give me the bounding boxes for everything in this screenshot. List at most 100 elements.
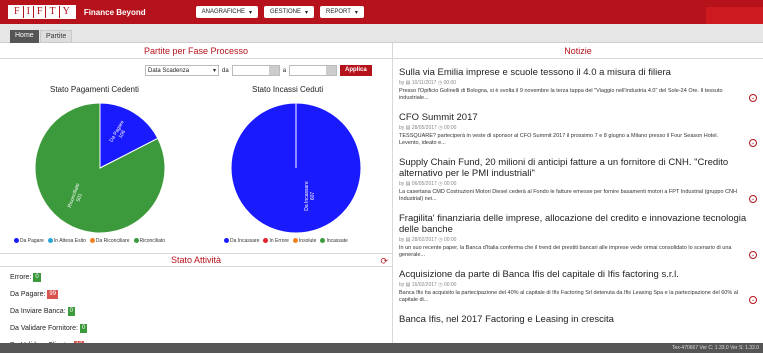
news-title[interactable]: Fragilita' finanziaria delle imprese, al… (399, 213, 759, 235)
menu-label: REPORT (326, 9, 351, 15)
legend-label: Da Pagare (20, 238, 44, 244)
news-item[interactable]: Banca Ifis, nel 2017 Factoring e Leasing… (399, 314, 759, 325)
menu-gestione[interactable]: GESTIONE ▾ (263, 6, 314, 18)
legend-dot-icon (14, 238, 19, 244)
menu-label: GESTIONE (269, 9, 301, 15)
news-meta: by ▤ 10/11/2017 ◷ 00:00 (399, 80, 457, 86)
news-item[interactable]: CFO Summit 2017 by ▤ 28/05/2017 ◷ 00:00 TE… (399, 112, 759, 147)
chevron-down-icon: ▾ (354, 9, 358, 16)
logo-letter: I (24, 6, 34, 18)
attivita-label: Da Pagare: (10, 291, 46, 298)
attivita-row[interactable]: Da Pagare: 99 (10, 286, 87, 303)
attivita-title-text: Stato Attività (170, 255, 222, 265)
legend-item[interactable]: Da Riconciliare (89, 238, 130, 244)
news-meta: by ▤ 28/02/2017 ◷ 00:00 (399, 237, 457, 243)
from-label: da (222, 67, 229, 74)
expand-icon[interactable]: ⌄ (749, 139, 757, 147)
legend-label: Riconciliato (139, 238, 166, 244)
legend-label: Insolute (298, 238, 317, 244)
user-area[interactable] (706, 7, 763, 24)
legend-item[interactable]: In Errore (263, 238, 289, 244)
section-title-notizie: Notizie (393, 43, 763, 59)
legend-item[interactable]: Da Incassare (224, 238, 259, 244)
news-summary: TESSQUARE? parteciperà in veste di spons… (399, 133, 719, 146)
legend-dot-icon (133, 238, 139, 244)
legend-item[interactable]: In Attesa Esito (47, 238, 86, 244)
chart-title-pagamenti: Stato Pagamenti Cedenti (50, 85, 139, 94)
attivita-row[interactable]: Errore: 0 (10, 269, 87, 286)
expand-icon[interactable]: ⌄ (749, 296, 757, 304)
news-summary: Banca Ifis ha acquisito la partecipazion… (399, 290, 739, 303)
news-summary: Presso l'Opificio Golinelli di Bologna, … (399, 88, 723, 101)
legend-pagamenti: Da Pagare In Attesa Esito Da Riconciliare R… (14, 238, 165, 244)
legend-dot-icon (224, 238, 229, 244)
tab-bar: Home Partite (0, 24, 763, 43)
legend-label: Da Incassare (230, 238, 260, 244)
news-title[interactable]: Banca Ifis, nel 2017 Factoring e Leasing… (399, 314, 759, 325)
main-menu: ANAGRAFICHE ▾ GESTIONE ▾ REPORT ▾ (195, 6, 364, 18)
legend-incassi: Da Incassare In Errore Insolute Incassate (224, 238, 348, 244)
legend-label: In Attesa Esito (53, 238, 86, 244)
expand-icon[interactable]: ⌄ (749, 251, 757, 259)
app-name: Finance Beyond (83, 7, 146, 17)
legend-item[interactable]: Da Pagare (14, 238, 44, 244)
logo-letter: F (34, 6, 47, 18)
news-title[interactable]: Supply Chain Fund, 20 milioni di anticip… (399, 157, 759, 179)
date-type-select[interactable]: Data Scadenza ▾ (145, 65, 219, 76)
news-title[interactable]: CFO Summit 2017 (399, 112, 759, 123)
logo-letter: Y (62, 6, 70, 17)
fifty-logo[interactable]: FIFTY (8, 5, 76, 19)
to-label: a (282, 67, 287, 74)
count-badge[interactable]: 0 (67, 307, 75, 316)
menu-report[interactable]: REPORT ▾ (320, 6, 364, 18)
menu-anagrafiche[interactable]: ANAGRAFICHE ▾ (195, 6, 258, 18)
news-item[interactable]: Fragilita' finanziaria delle imprese, al… (399, 213, 759, 259)
expand-icon[interactable]: ⌄ (749, 94, 757, 102)
news-item[interactable]: Supply Chain Fund, 20 milioni di anticip… (399, 157, 759, 203)
legend-item[interactable]: Insolute (292, 238, 317, 244)
date-to-input[interactable] (289, 65, 338, 76)
status-bar: Tex-470667 Ver C: 1.33.0 Ver S: 1.33.0 (0, 343, 763, 353)
news-title[interactable]: Acquisizione da parte di Banca Ifis del … (399, 269, 759, 280)
date-from-input[interactable] (231, 65, 280, 76)
count-badge[interactable]: 99 (47, 290, 59, 299)
logo-letter: T (46, 6, 60, 18)
news-meta: by ▤ 16/02/2017 ◷ 00:00 (399, 282, 457, 288)
legend-item[interactable]: Riconciliato (133, 238, 166, 244)
pie-chart-pagamenti[interactable]: Da Pagare106Riconciliato501 (30, 98, 170, 238)
section-title-partite: Partite per Fase Processo (0, 43, 392, 59)
chart-title-incassi: Stato Incassi Ceduti (252, 85, 324, 94)
count-badge[interactable]: 0 (79, 324, 88, 333)
apply-button[interactable]: Applica (340, 65, 372, 76)
top-bar: FIFTY Finance Beyond ANAGRAFICHE ▾ GESTIO… (0, 0, 763, 24)
news-item[interactable]: Sulla via Emilia imprese e scuole tesson… (399, 67, 759, 102)
news-summary: La casertana CMD Costruzioni Motori Dies… (399, 189, 737, 202)
calendar-icon[interactable] (268, 66, 279, 75)
news-list: Sulla via Emilia imprese e scuole tesson… (399, 67, 759, 335)
right-panel: Notizie Sulla via Emilia imprese e scuol… (392, 43, 763, 343)
legend-label: Incassate (326, 238, 348, 244)
attivita-list: Errore: 0 Da Pagare: 99 Da Inviare Banca: 0 Da… (10, 269, 88, 354)
chevron-down-icon: ▾ (212, 68, 216, 74)
logo-letter: F (11, 6, 24, 18)
news-item[interactable]: Acquisizione da parte di Banca Ifis del … (399, 269, 759, 304)
calendar-icon[interactable] (326, 66, 337, 75)
expand-icon[interactable]: ⌄ (749, 195, 757, 203)
news-meta: by ▤ 28/05/2017 ◷ 00:00 (399, 125, 457, 131)
refresh-icon[interactable]: ⟳ (380, 255, 388, 268)
attivita-row[interactable]: Da Inviare Banca: 0 (10, 303, 87, 320)
attivita-label: Errore: (10, 274, 32, 281)
date-filter: Data Scadenza ▾ da a Applica (145, 65, 372, 76)
legend-item[interactable]: Incassate (320, 238, 348, 244)
legend-dot-icon (292, 238, 298, 244)
tab-partite[interactable]: Partite (40, 30, 73, 43)
count-badge[interactable]: 0 (33, 273, 41, 282)
attivita-row[interactable]: Da Validare Fornitore: 0 (10, 320, 88, 337)
tab-home[interactable]: Home (10, 30, 39, 43)
left-panel: Partite per Fase Processo Data Scadenza ▾… (0, 43, 392, 350)
legend-dot-icon (89, 238, 95, 244)
chevron-down-icon: ▾ (304, 9, 308, 16)
news-title[interactable]: Sulla via Emilia imprese e scuole tesson… (399, 67, 759, 78)
legend-dot-icon (320, 238, 326, 244)
pie-chart-incassi[interactable]: Da Incassare607 (226, 98, 366, 238)
